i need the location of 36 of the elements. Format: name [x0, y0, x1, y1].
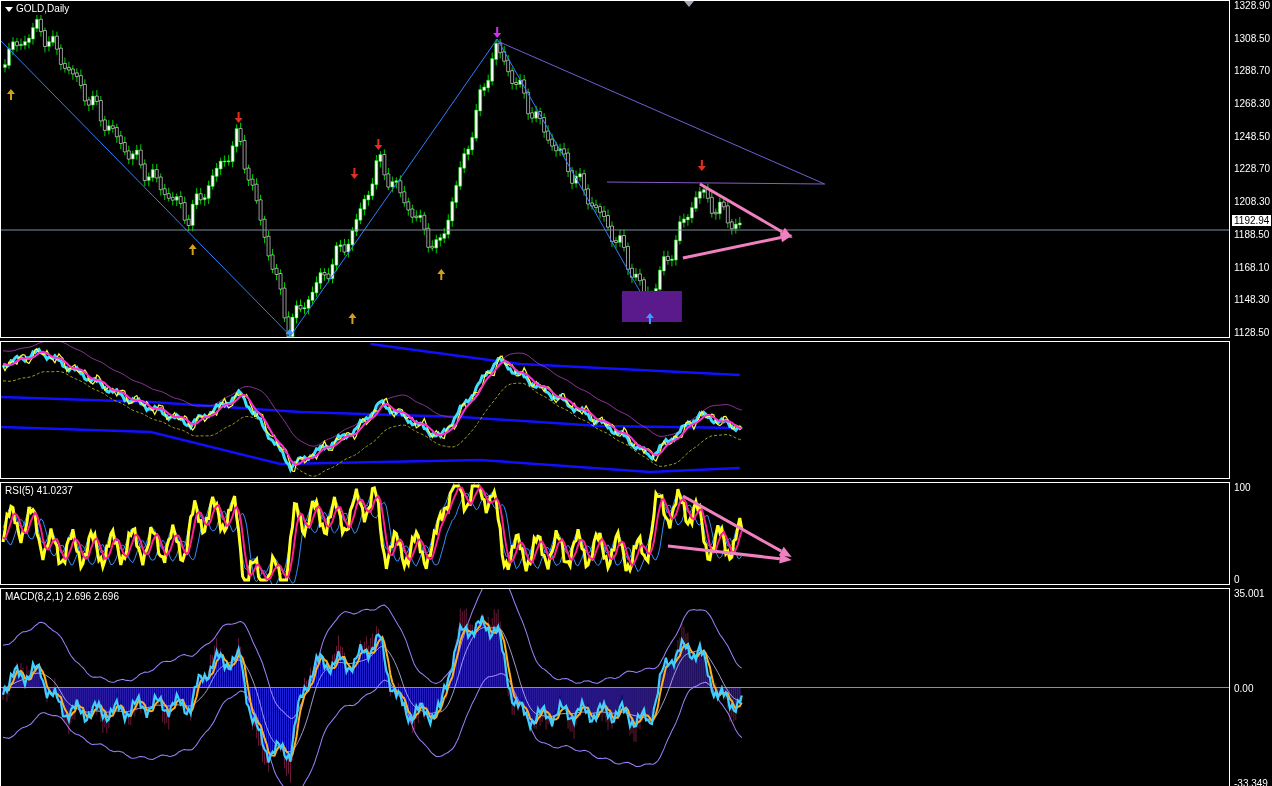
rsi-indicator-label: RSI(5) 41.0237: [5, 485, 75, 497]
price-axis-label: 1148.30: [1234, 294, 1271, 306]
price-axis-label: 1128.50: [1234, 326, 1271, 338]
price-axis-label: 1328.90: [1234, 0, 1272, 11]
signal-arrow-icon: [234, 112, 243, 123]
signal-arrow-icon: [437, 269, 446, 280]
price-axis-label: 1168.10: [1234, 261, 1271, 273]
signal-arrow-icon: [188, 244, 197, 255]
price-axis-label: 1288.70: [1234, 65, 1272, 77]
price-axis-label: 1188.50: [1234, 228, 1271, 240]
signal-arrow-icon: [7, 89, 15, 100]
scroll-marker-icon[interactable]: [684, 1, 694, 7]
rsi-axis-label: 0: [1234, 574, 1241, 585]
symbol-timeframe-label: GOLD,Daily: [16, 3, 70, 15]
price-axis-label: 1308.50: [1234, 32, 1272, 44]
signal-arrow-icon: [493, 27, 502, 38]
macd-axis-label: 0.00: [1234, 683, 1255, 694]
macd-indicator-label: MACD(8,2,1) 2.696 2.696: [5, 591, 121, 603]
trend-arrow[interactable]: [667, 544, 792, 564]
trend-arrow[interactable]: [682, 494, 792, 557]
signal-arrow-icon: [374, 139, 383, 150]
signal-arrow-icon: [645, 313, 654, 324]
rsi-axis-label: 100: [1234, 482, 1252, 493]
trend-arrow[interactable]: [699, 182, 793, 238]
signal-arrow-icon: [350, 168, 359, 179]
dropdown-triangle-icon[interactable]: [5, 6, 13, 12]
trend-arrow[interactable]: [682, 232, 793, 260]
current-price-label: 1192.94: [1232, 215, 1272, 226]
signal-arrow-icon: [348, 313, 357, 324]
macd-axis-label: 35.001: [1234, 588, 1266, 599]
price-axis-label: 1268.30: [1234, 98, 1272, 110]
signal-arrow-icon: [285, 329, 294, 337]
price-axis-label: 1248.50: [1234, 130, 1272, 142]
price-axis-label: 1228.70: [1234, 163, 1272, 175]
signal-arrow-icon: [697, 160, 706, 171]
price-axis-label: 1208.30: [1234, 196, 1272, 208]
